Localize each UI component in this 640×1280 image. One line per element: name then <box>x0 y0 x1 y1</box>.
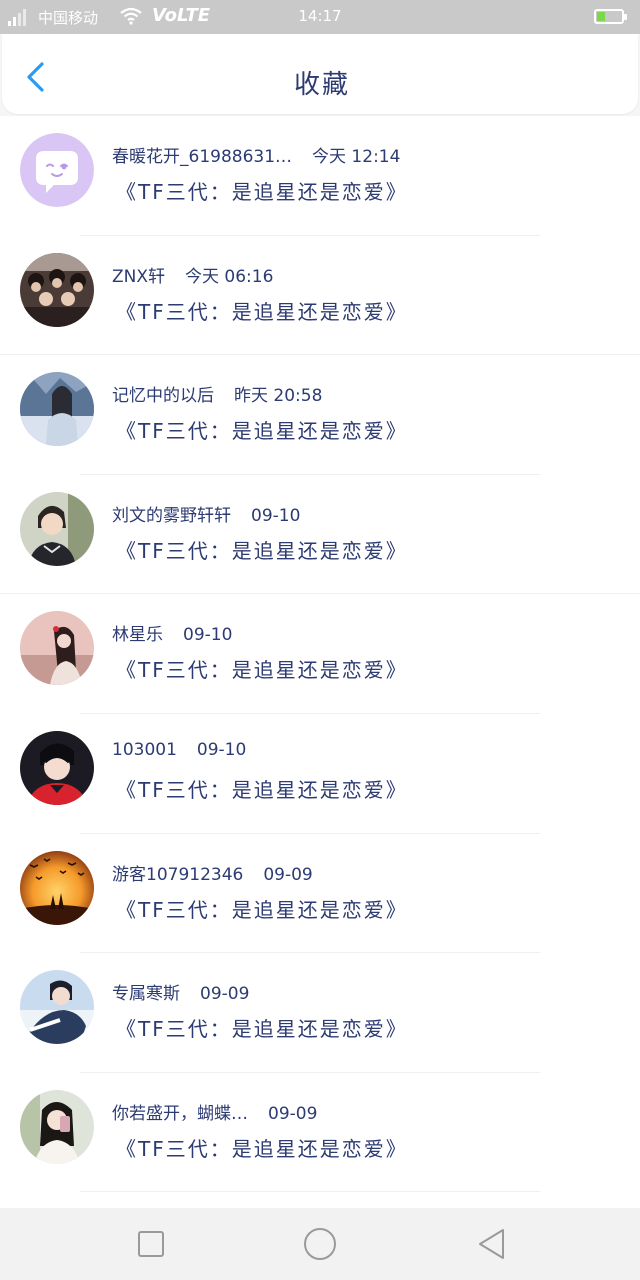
avatar[interactable] <box>20 1089 94 1164</box>
article-title[interactable]: 《TF三代：是追星还是恋爱》 <box>116 415 408 444</box>
timestamp: 昨天 20:58 <box>234 386 323 407</box>
timestamp: 今天 12:14 <box>312 147 401 167</box>
avatar[interactable] <box>20 970 94 1045</box>
timestamp: 09-09 <box>263 864 313 885</box>
item-meta: 刘文的雾野轩轩 09-10 <box>112 501 300 526</box>
username[interactable]: 103001 <box>112 740 177 760</box>
avatar[interactable] <box>20 372 94 447</box>
item-meta: 专属寒斯 09-09 <box>112 979 249 1004</box>
timestamp: 09-09 <box>200 984 250 1005</box>
item-meta: 春暖花开_61988631… 今天 12:14 <box>112 142 400 167</box>
username[interactable]: 你若盛开，蝴蝶… <box>112 1104 248 1124</box>
avatar[interactable] <box>20 611 94 686</box>
list-item[interactable]: 刘文的雾野轩轩 09-10 《TF三代：是追星还是恋爱》 <box>0 475 640 595</box>
avatar[interactable] <box>20 491 94 566</box>
favorites-list: 春暖花开_61988631… 今天 12:14 《TF三代：是追星还是恋爱》 ZN… <box>0 116 640 1193</box>
item-meta: 你若盛开，蝴蝶… 09-09 <box>112 1099 317 1124</box>
username[interactable]: 春暖花开_61988631… <box>112 147 292 167</box>
list-item[interactable]: 专属寒斯 09-09 《TF三代：是追星还是恋爱》 <box>0 953 640 1073</box>
timestamp: 今天 06:16 <box>185 266 274 287</box>
avatar[interactable] <box>20 730 94 805</box>
username[interactable]: ZNX轩 <box>112 267 165 287</box>
status-time: 14:17 <box>298 7 342 25</box>
header-card: 收藏 <box>2 34 638 114</box>
article-title[interactable]: 《TF三代：是追星还是恋爱》 <box>116 296 408 325</box>
timestamp: 09-10 <box>251 505 301 526</box>
username[interactable]: 游客107912346 <box>112 865 243 885</box>
item-meta: ZNX轩 今天 06:16 <box>112 262 273 287</box>
avatar[interactable] <box>20 850 94 925</box>
username[interactable]: 记忆中的以后 <box>112 386 214 406</box>
timestamp: 09-10 <box>196 739 247 760</box>
item-meta: 103001 09-10 <box>112 740 246 760</box>
square-icon[interactable] <box>133 1226 169 1262</box>
page-title: 收藏 <box>293 70 350 100</box>
battery-icon <box>594 9 627 24</box>
article-title[interactable]: 《TF三代：是追星还是恋爱》 <box>116 1133 408 1162</box>
avatar[interactable] <box>20 252 94 327</box>
list-item[interactable]: 林星乐 09-10 《TF三代：是追星还是恋爱》 <box>0 594 640 714</box>
status-bar: 中国移动 VoLTE 14:17 <box>0 0 640 34</box>
list-item[interactable]: 你若盛开，蝴蝶… 09-09 《TF三代：是追星还是恋爱》 <box>0 1073 640 1193</box>
list-item[interactable]: 春暖花开_61988631… 今天 12:14 《TF三代：是追星还是恋爱》 <box>0 116 640 236</box>
navigation-bar <box>0 1208 640 1280</box>
item-meta: 林星乐 09-10 <box>112 620 232 645</box>
timestamp: 09-10 <box>183 625 233 646</box>
list-item[interactable]: 游客107912346 09-09 《TF三代：是追星还是恋爱》 <box>0 834 640 954</box>
article-title[interactable]: 《TF三代：是追星还是恋爱》 <box>116 176 408 205</box>
article-title[interactable]: 《TF三代：是追星还是恋爱》 <box>116 894 408 923</box>
username[interactable]: 专属寒斯 <box>112 984 180 1004</box>
username[interactable]: 刘文的雾野轩轩 <box>112 506 231 526</box>
timestamp: 09-09 <box>268 1103 318 1124</box>
item-meta: 游客107912346 09-09 <box>112 860 313 885</box>
divider <box>80 1191 540 1193</box>
item-meta: 记忆中的以后 昨天 20:58 <box>112 381 322 406</box>
username[interactable]: 林星乐 <box>112 625 163 645</box>
article-title[interactable]: 《TF三代：是追星还是恋爱》 <box>116 1013 408 1042</box>
avatar[interactable] <box>20 133 94 207</box>
list-item[interactable]: ZNX轩 今天 06:16 《TF三代：是追星还是恋爱》 <box>0 236 640 356</box>
article-title[interactable]: 《TF三代：是追星还是恋爱》 <box>116 774 408 803</box>
circle-icon[interactable] <box>302 1226 338 1262</box>
list-item[interactable]: 103001 09-10 《TF三代：是追星还是恋爱》 <box>0 714 640 834</box>
article-title[interactable]: 《TF三代：是追星还是恋爱》 <box>116 535 408 564</box>
triangle-back-icon[interactable] <box>474 1226 510 1262</box>
article-title[interactable]: 《TF三代：是追星还是恋爱》 <box>116 654 408 683</box>
header: 收藏 <box>0 34 640 116</box>
list-item[interactable]: 记忆中的以后 昨天 20:58 《TF三代：是追星还是恋爱》 <box>0 355 640 475</box>
